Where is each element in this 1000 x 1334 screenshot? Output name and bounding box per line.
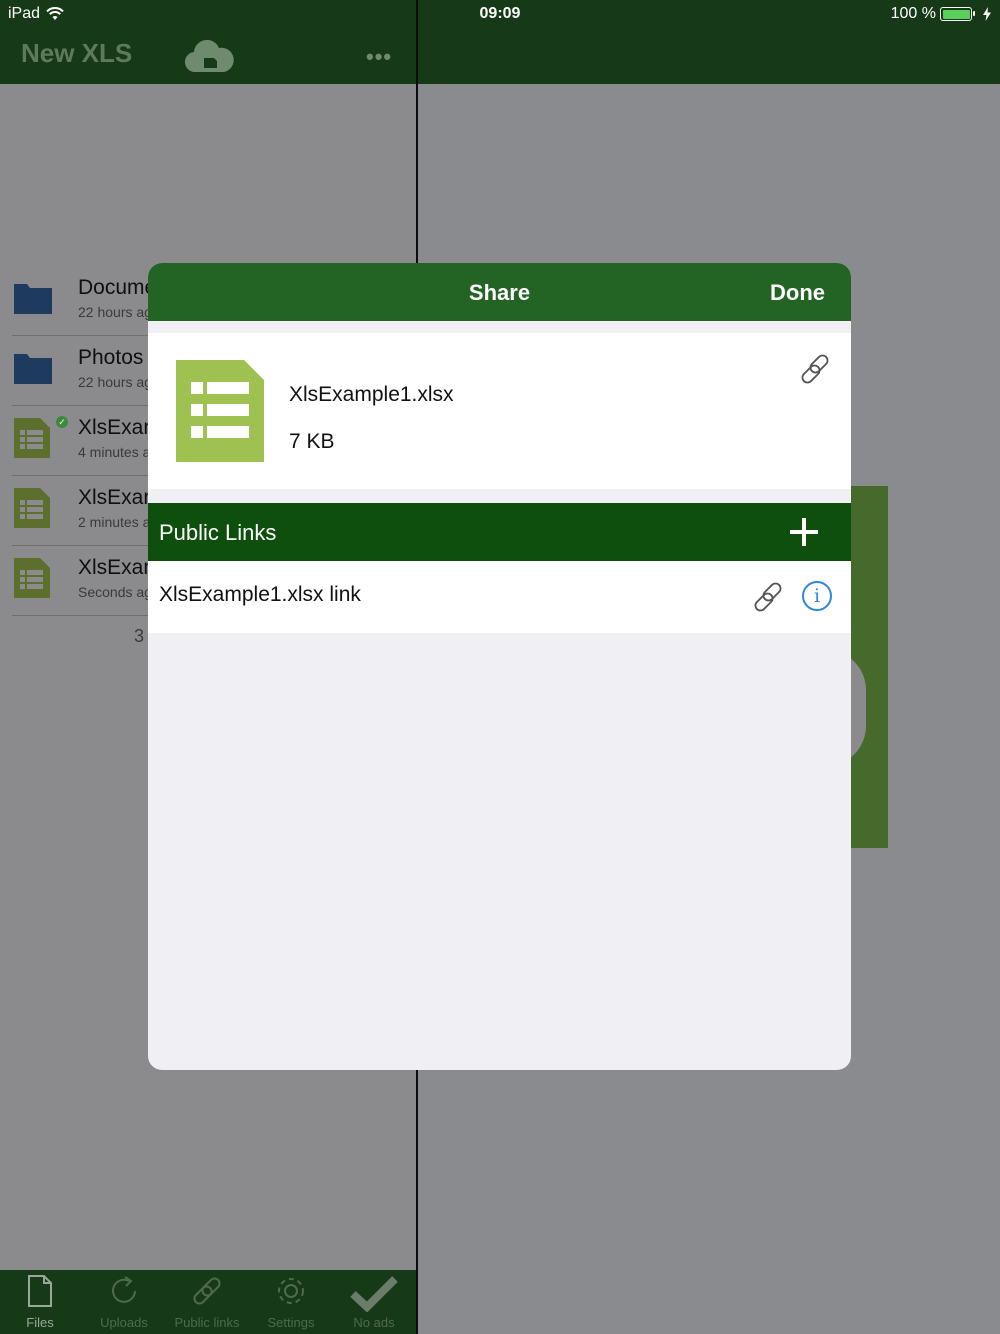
tab-label: Public links bbox=[174, 1315, 240, 1330]
top-bar: iPad 09:09 100 % New XLS ••• bbox=[0, 0, 1000, 84]
spreadsheet-icon bbox=[14, 418, 50, 458]
file-name: XlsExample1.xlsx bbox=[289, 383, 454, 406]
item-subtitle: 4 minutes ago bbox=[78, 444, 150, 460]
item-name: XlsExample3.xlsx bbox=[78, 556, 150, 579]
spreadsheet-icon bbox=[176, 360, 264, 462]
item-name: Documents bbox=[78, 276, 150, 299]
item-name: XlsExample2.xlsx bbox=[78, 486, 150, 509]
tab-uploads[interactable]: Uploads bbox=[84, 1270, 164, 1334]
list-item[interactable]: XlsExample1.xlsx link i bbox=[148, 561, 851, 633]
info-icon[interactable]: i bbox=[802, 581, 832, 611]
tab-files[interactable]: Files bbox=[0, 1270, 80, 1334]
cloud-icon[interactable] bbox=[184, 34, 234, 74]
link-icon bbox=[193, 1277, 221, 1305]
tab-bar: Files Uploads Public links Settings No a… bbox=[0, 1270, 416, 1334]
item-count: 3 bbox=[134, 626, 145, 646]
refresh-icon bbox=[112, 1276, 136, 1303]
tab-public-links[interactable]: Public links bbox=[167, 1270, 247, 1334]
item-name: XlsExample1.xlsx bbox=[78, 416, 150, 439]
list-item[interactable]: XlsExample3.xlsx Seconds ago bbox=[12, 546, 150, 616]
file-icon bbox=[28, 1275, 52, 1307]
battery-icon bbox=[940, 7, 975, 21]
item-subtitle: 22 hours ago bbox=[78, 304, 150, 320]
item-subtitle: 2 minutes ago bbox=[78, 514, 150, 530]
file-card: XlsExample1.xlsx 7 KB bbox=[148, 333, 851, 489]
battery-percent: 100 % bbox=[890, 5, 936, 22]
spreadsheet-icon bbox=[14, 488, 50, 528]
item-subtitle: 22 hours ago bbox=[78, 374, 150, 390]
public-links-title: Public Links bbox=[159, 520, 277, 545]
list-item[interactable]: XlsExample2.xlsx 2 minutes ago bbox=[12, 476, 150, 546]
spreadsheet-icon bbox=[14, 558, 50, 598]
share-modal: Share Done XlsExample1.xlsx 7 KB Public … bbox=[148, 263, 851, 1070]
add-link-button[interactable] bbox=[789, 517, 819, 547]
list-item[interactable]: ✓ XlsExample1.xlsx 4 minutes ago bbox=[12, 406, 150, 476]
charging-bolt-icon bbox=[983, 7, 991, 21]
folder-icon bbox=[14, 284, 52, 314]
more-icon[interactable]: ••• bbox=[366, 44, 392, 70]
tab-label: Settings bbox=[267, 1315, 315, 1330]
gear-icon bbox=[278, 1278, 304, 1304]
list-item[interactable]: Documents 22 hours ago bbox=[12, 266, 150, 336]
link-icon[interactable] bbox=[752, 581, 784, 613]
nav-title: New XLS bbox=[21, 38, 133, 68]
modal-title: Share bbox=[468, 280, 531, 305]
file-size: 7 KB bbox=[289, 430, 335, 453]
link-name: XlsExample1.xlsx link bbox=[159, 583, 361, 606]
tab-no-ads[interactable]: No ads bbox=[334, 1270, 414, 1334]
battery-group: 100 % bbox=[891, 5, 992, 23]
tab-label: Uploads bbox=[100, 1315, 148, 1330]
item-name: Photos bbox=[78, 346, 144, 369]
public-links-header: Public Links bbox=[148, 503, 851, 561]
modal-header: Share Done bbox=[148, 263, 851, 321]
tab-label: Files bbox=[26, 1315, 54, 1330]
tab-label: No ads bbox=[353, 1315, 395, 1330]
done-button[interactable]: Done bbox=[770, 280, 825, 306]
checkmark-icon bbox=[350, 1276, 398, 1312]
link-icon[interactable] bbox=[799, 353, 831, 385]
folder-icon bbox=[14, 354, 52, 384]
clock: 09:09 bbox=[479, 5, 521, 22]
tab-settings[interactable]: Settings bbox=[251, 1270, 331, 1334]
synced-check-icon: ✓ bbox=[56, 416, 68, 428]
item-subtitle: Seconds ago bbox=[78, 584, 150, 600]
list-item[interactable]: Photos 22 hours ago bbox=[12, 336, 150, 406]
status-bar: iPad 09:09 100 % bbox=[0, 0, 1000, 28]
